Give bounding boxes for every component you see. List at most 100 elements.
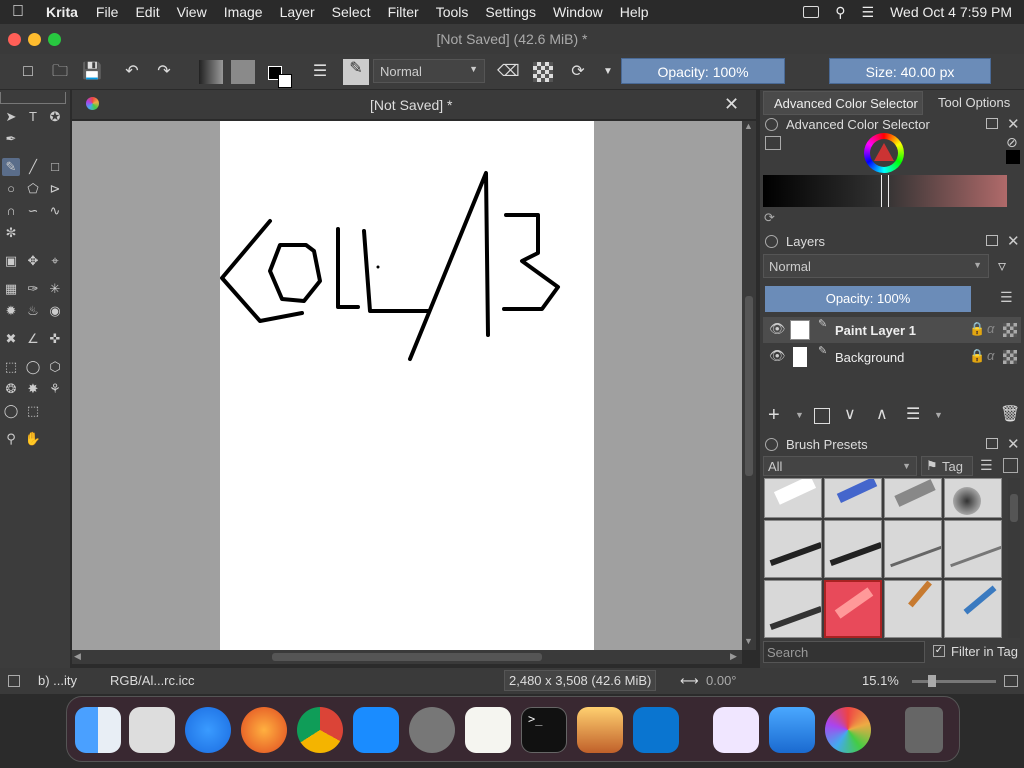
measure-tool-icon[interactable]: ∠ [24,330,42,348]
filter-in-tag-checkbox[interactable]: ✓ [933,645,945,657]
blend-mode-select[interactable]: Normal ▼ [373,59,485,83]
tab-advanced-color-selector[interactable]: Advanced Color Selector [763,91,923,115]
scroll-up-icon[interactable]: ▲ [744,121,753,131]
crop-tool-icon[interactable]: ⌖ [46,252,64,270]
app-store-icon[interactable] [353,707,399,753]
polygon-tool-icon[interactable]: ⬠ [24,180,42,198]
menu-filter[interactable]: Filter [388,4,419,20]
float-panel-icon[interactable] [986,118,998,129]
color-shade-bars[interactable] [763,175,1007,207]
brush-preset-ink-1[interactable] [764,520,822,578]
chevron-down-icon[interactable]: ▼ [934,410,943,420]
firefox-icon[interactable] [241,707,287,753]
close-panel-icon[interactable]: ✕ [1007,115,1020,133]
alpha-lock-icon[interactable]: α [987,348,994,363]
similar-select-tool-icon[interactable]: ⚘ [46,380,64,398]
menu-view[interactable]: View [177,4,207,20]
layer-name[interactable]: Background [835,350,904,365]
no-color-icon[interactable]: ⊘ [1006,134,1018,151]
brush-preset-brush-tip[interactable] [884,580,942,638]
pattern-swatch[interactable] [231,60,255,84]
layer-row-background[interactable]: 👁 ✎ Background 🔒 α [763,344,1021,370]
canvas-area[interactable] [72,121,742,650]
brush-settings-icon[interactable]: ☰ [310,62,330,82]
size-slider[interactable]: Size: 40.00 px [829,58,991,84]
float-panel-icon[interactable] [986,235,998,246]
rect-select-tool-icon[interactable]: ⬚ [2,358,20,376]
lock-icon[interactable] [765,235,778,248]
layer-options-icon[interactable]: ☰ [1000,289,1013,306]
layer-opacity-slider[interactable]: Opacity: 100% [765,286,971,312]
brush-presets-scrollbar[interactable] [1008,478,1020,638]
textedit-icon[interactable] [465,707,511,753]
colorize-mask-tool-icon[interactable]: ✹ [2,302,20,320]
close-document-icon[interactable]: ✕ [724,94,739,115]
transform-tool-icon[interactable]: ▣ [2,252,20,270]
scroll-right-icon[interactable]: ▶ [730,651,737,662]
menu-settings[interactable]: Settings [485,4,536,20]
close-panel-icon[interactable]: ✕ [1007,232,1020,250]
bezier-select-tool-icon[interactable]: ◯ [2,402,20,420]
inherit-alpha-icon[interactable] [1003,350,1017,364]
zoom-tool-icon[interactable]: ⚲ [2,430,20,448]
canvas-paper[interactable] [220,121,594,650]
control-center-icon[interactable]: ☰ [862,4,875,21]
menu-tools[interactable]: Tools [436,4,469,20]
dynamic-brush-tool-icon[interactable]: ∿ [46,202,64,220]
apple-icon[interactable]:  [12,3,30,21]
freehand-path-tool-icon[interactable]: ∽ [24,202,42,220]
current-color-swatch[interactable] [1006,150,1020,164]
brush-display-mode-icon[interactable] [1003,458,1018,473]
color-selector-settings-icon[interactable] [765,136,781,150]
spotlight-icon[interactable]: ⚲ [835,4,845,21]
vertical-scroll-thumb[interactable] [745,296,753,476]
menu-edit[interactable]: Edit [135,4,159,20]
ellipse-tool-icon[interactable]: ○ [2,180,20,198]
text-tool-icon[interactable]: T [24,108,42,126]
alpha-lock-icon[interactable]: α [987,321,994,336]
magnetic-select-tool-icon[interactable]: ⬚ [24,402,42,420]
delete-layer-icon[interactable]: 🗑 [1000,404,1020,424]
undo-icon[interactable]: ↶ [122,62,142,82]
brush-search-input[interactable]: Search [763,641,925,663]
rectangle-tool-icon[interactable]: □ [46,158,64,176]
horizontal-scrollbar[interactable]: ◀ ▶ [72,650,742,664]
background-color-swatch[interactable] [278,74,292,88]
pan-tool-icon[interactable]: ✋ [24,430,42,448]
gradient-swatch[interactable] [199,60,223,84]
vertical-scrollbar[interactable]: ▲ ▼ [742,121,756,650]
brush-preset-blender[interactable] [824,478,882,518]
polyline-tool-icon[interactable]: ⊳ [46,180,64,198]
float-panel-icon[interactable] [986,438,998,449]
trash-icon[interactable] [905,707,943,753]
lock-layer-icon[interactable]: 🔒 [969,321,985,337]
brush-preset-colored-pencil[interactable] [944,580,1002,638]
system-settings-icon[interactable] [409,707,455,753]
redo-icon[interactable]: ↷ [154,62,174,82]
clock[interactable]: Wed Oct 4 7:59 PM [890,4,1012,20]
eye-icon[interactable]: 👁 [769,348,786,364]
weather-icon[interactable] [769,707,815,753]
save-icon[interactable]: 💾 [82,62,102,82]
move-layer-up-icon[interactable]: ∧ [876,404,888,424]
document-tab-title[interactable]: [Not Saved] * [370,97,453,113]
layer-blend-mode-select[interactable]: Normal ▼ [763,254,989,278]
color-picker-tool-icon[interactable]: ✑ [24,280,42,298]
assistant-tool-icon[interactable]: ✖ [2,330,20,348]
line-tool-icon[interactable]: ╱ [24,158,42,176]
brush-preset-eraser[interactable] [764,478,822,518]
gradient-tool-icon[interactable]: ▦ [2,280,20,298]
eraser-icon[interactable]: ⌫ [497,62,520,82]
finder-icon[interactable] [75,707,121,753]
move-tool-icon[interactable]: ✥ [24,252,42,270]
lock-icon[interactable] [765,438,778,451]
enclose-fill-tool-icon[interactable]: ◉ [46,302,64,320]
lock-layer-icon[interactable]: 🔒 [969,348,985,364]
tab-tool-options[interactable]: Tool Options [928,91,1022,115]
scroll-down-icon[interactable]: ▼ [744,636,753,646]
select-shapes-tool-icon[interactable]: ➤ [2,108,20,126]
minimize-window-button[interactable] [28,33,41,46]
tag-button[interactable]: ⚑ Tag [921,456,973,476]
fill-tool-icon[interactable]: ♨ [24,302,42,320]
reference-tool-icon[interactable]: ✜ [46,330,64,348]
